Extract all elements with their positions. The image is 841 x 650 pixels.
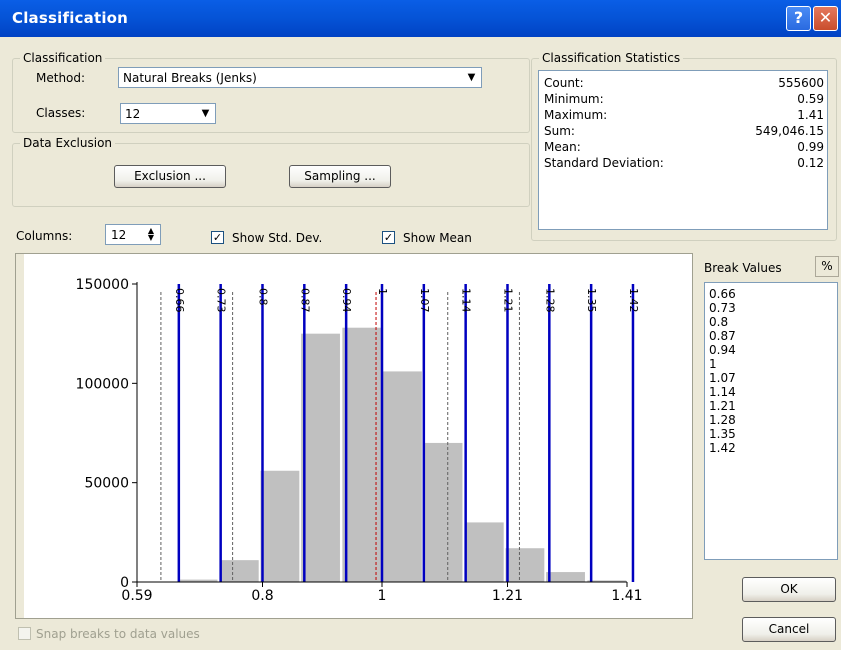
stat-row-sum: Sum: 549,046.15 xyxy=(544,124,824,139)
break-values-list[interactable]: 0.66 0.73 0.8 0.87 0.94 1 1.07 1.14 1.21 1.28 1.35… xyxy=(704,282,838,560)
help-icon: ? xyxy=(793,8,804,27)
stat-value: 0.12 xyxy=(797,156,824,170)
exclusion-button[interactable]: Exclusion ... xyxy=(114,165,226,188)
histogram-bar xyxy=(423,442,463,582)
stat-label: Mean: xyxy=(544,140,581,154)
chevron-down-icon[interactable]: ▼ xyxy=(463,69,480,86)
stat-row-std-dev: Standard Deviation: 0.12 xyxy=(544,156,824,171)
classes-value: 12 xyxy=(125,107,141,121)
break-value-item[interactable]: 1.07 xyxy=(709,371,736,385)
statistics-group-label: Classification Statistics xyxy=(539,51,684,65)
break-label: 1.28 xyxy=(543,288,556,313)
break-label: 1.14 xyxy=(460,288,473,313)
columns-value: 12 xyxy=(111,228,127,242)
chart-margin xyxy=(16,254,24,618)
break-label: 1.35 xyxy=(585,288,598,313)
stat-row-count: Count: 555600 xyxy=(544,76,824,91)
histogram-bar xyxy=(219,560,259,582)
histogram-bar xyxy=(464,522,504,582)
columns-spinner[interactable]: 12 ▲ ▼ xyxy=(105,224,161,245)
break-label: 1.21 xyxy=(501,288,514,313)
y-tick-label: 50000 xyxy=(84,476,129,492)
x-tick-label: 0.8 xyxy=(251,588,273,604)
break-label: 0.94 xyxy=(340,288,353,313)
y-tick-label: 150000 xyxy=(76,277,129,293)
x-tick-label: 1.21 xyxy=(492,588,523,604)
stat-value: 0.99 xyxy=(797,140,824,154)
break-value-item[interactable]: 0.73 xyxy=(709,301,736,315)
sampling-button[interactable]: Sampling ... xyxy=(289,165,391,188)
classes-select[interactable]: 12 ▼ xyxy=(120,103,216,124)
break-value-item[interactable]: 0.87 xyxy=(709,329,736,343)
break-label: 1.42 xyxy=(627,288,640,313)
y-tick-label: 100000 xyxy=(76,376,129,392)
break-label: 0.66 xyxy=(173,288,186,313)
stat-label: Count: xyxy=(544,76,584,90)
columns-label: Columns: xyxy=(16,229,73,243)
stat-label: Minimum: xyxy=(544,92,604,106)
break-value-item[interactable]: 0.94 xyxy=(709,343,736,357)
break-label: 0.73 xyxy=(215,288,228,313)
break-value-item[interactable]: 1.28 xyxy=(709,413,736,427)
show-std-dev-checkbox[interactable]: ✓ xyxy=(211,231,224,244)
break-value-item[interactable]: 1.21 xyxy=(709,399,736,413)
show-std-dev-label: Show Std. Dev. xyxy=(232,231,323,245)
show-mean-label: Show Mean xyxy=(403,231,472,245)
method-select[interactable]: Natural Breaks (Jenks) ▼ xyxy=(118,67,482,88)
break-values-header: Break Values xyxy=(704,261,782,275)
chevron-down-icon[interactable]: ▼ xyxy=(197,105,214,122)
close-icon: ✕ xyxy=(818,8,833,27)
cancel-button[interactable]: Cancel xyxy=(742,617,836,642)
data-exclusion-group-label: Data Exclusion xyxy=(20,136,116,150)
close-button[interactable]: ✕ xyxy=(813,6,838,31)
help-button[interactable]: ? xyxy=(786,6,811,31)
percent-button[interactable]: % xyxy=(815,256,839,277)
method-value: Natural Breaks (Jenks) xyxy=(123,71,257,85)
x-tick-label: 1 xyxy=(378,588,387,604)
spinner-arrows-icon[interactable]: ▲ ▼ xyxy=(144,227,158,242)
break-value-item[interactable]: 0.8 xyxy=(709,315,728,329)
data-exclusion-group: Data Exclusion xyxy=(12,136,530,207)
stat-row-minimum: Minimum: 0.59 xyxy=(544,92,824,107)
break-label: 0.8 xyxy=(256,288,269,306)
stat-row-mean: Mean: 0.99 xyxy=(544,140,824,155)
histogram-bar xyxy=(505,548,545,582)
classes-label: Classes: xyxy=(36,106,86,120)
break-label: 0.87 xyxy=(298,288,311,313)
break-label: 1.07 xyxy=(418,288,431,313)
ok-button[interactable]: OK xyxy=(742,577,836,602)
method-label: Method: xyxy=(36,71,86,85)
stat-label: Standard Deviation: xyxy=(544,156,664,170)
stat-label: Maximum: xyxy=(544,108,608,122)
classification-group-label: Classification xyxy=(20,51,106,65)
show-mean-checkbox[interactable]: ✓ xyxy=(382,231,395,244)
histogram-bar xyxy=(260,470,300,582)
break-value-item[interactable]: 1 xyxy=(709,357,717,371)
histogram-bar xyxy=(342,327,382,582)
snap-breaks-label: Snap breaks to data values xyxy=(36,627,200,641)
stat-label: Sum: xyxy=(544,124,575,138)
snap-breaks-checkbox[interactable] xyxy=(18,627,31,640)
statistics-box: Count: 555600 Minimum: 0.59 Maximum: 1.41 S… xyxy=(538,70,828,230)
histogram-bar xyxy=(383,371,422,582)
break-label: 1 xyxy=(376,288,389,295)
break-value-item[interactable]: 1.35 xyxy=(709,427,736,441)
histogram-svg[interactable]: 0.66 0.73 0.8 0.87 0.94 1 1.07 1.14 1.21 1.28 1.35… xyxy=(16,254,692,618)
break-value-item[interactable]: 0.66 xyxy=(709,287,736,301)
title-bar: Classification ? ✕ xyxy=(0,0,841,37)
x-tick-label: 0.59 xyxy=(121,588,152,604)
break-value-item[interactable]: 1.14 xyxy=(709,385,736,399)
histogram-bar xyxy=(301,333,340,582)
stat-value: 0.59 xyxy=(797,92,824,106)
stat-value: 555600 xyxy=(778,76,824,90)
stat-row-maximum: Maximum: 1.41 xyxy=(544,108,824,123)
histogram-chart[interactable]: 0.66 0.73 0.8 0.87 0.94 1 1.07 1.14 1.21 1.28 1.35… xyxy=(15,253,693,619)
x-tick-label: 1.41 xyxy=(611,588,642,604)
window-title: Classification xyxy=(12,9,129,27)
break-value-item[interactable]: 1.42 xyxy=(709,441,736,455)
histogram-bar xyxy=(546,572,585,582)
stat-value: 549,046.15 xyxy=(755,124,824,138)
stat-value: 1.41 xyxy=(797,108,824,122)
